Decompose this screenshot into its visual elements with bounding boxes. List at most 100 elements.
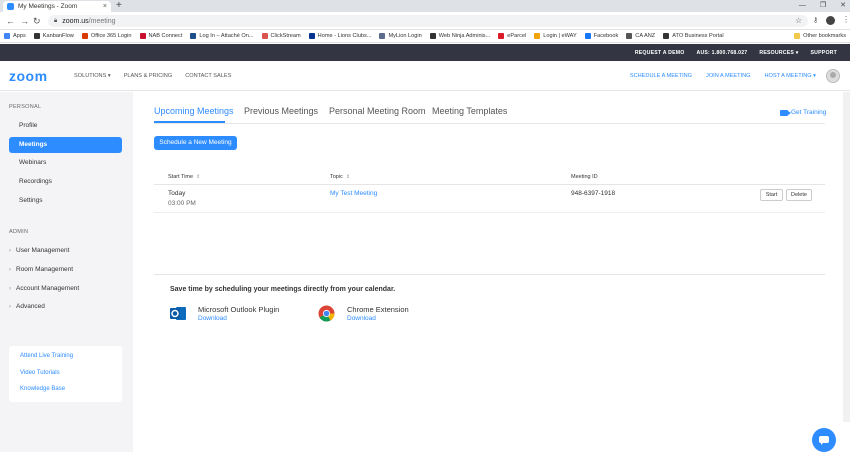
column-topic[interactable]: Topic ⇕ <box>330 174 350 180</box>
outlook-icon[interactable] <box>170 305 187 322</box>
admin-heading: ADMIN <box>9 229 29 235</box>
key-icon[interactable]: ⚷ <box>813 16 818 24</box>
schedule-new-meeting-button[interactable]: Schedule a New Meeting <box>154 136 237 150</box>
tab-previous-meetings[interactable]: Previous Meetings <box>244 106 318 116</box>
forward-icon[interactable]: → <box>20 15 29 27</box>
phone-number: AUS: 1.800.768.027 <box>696 49 748 56</box>
bookmark-item[interactable]: KanbanFlow <box>33 33 74 39</box>
new-tab-icon[interactable]: + <box>116 0 122 12</box>
bookmark-favicon-icon <box>498 33 505 39</box>
tab-upcoming-meetings[interactable]: Upcoming Meetings <box>154 106 234 116</box>
video-tutorials-link[interactable]: Video Tutorials <box>20 370 60 376</box>
meeting-topic-link[interactable]: My Test Meeting <box>330 190 377 197</box>
request-demo-link[interactable]: REQUEST A DEMO <box>635 50 685 56</box>
chevron-right-icon: › <box>9 286 11 292</box>
plans-pricing-link[interactable]: PLANS & PRICING <box>124 73 173 79</box>
bookmark-favicon-icon <box>81 33 88 39</box>
bookmark-item[interactable]: MyLion Login <box>379 33 422 39</box>
other-bookmarks[interactable]: Other bookmarks <box>794 30 846 42</box>
solutions-menu[interactable]: SOLUTIONS ▾ <box>74 73 111 79</box>
tab-close-icon[interactable]: × <box>103 3 107 10</box>
browser-menu-icon[interactable]: ⋮ <box>842 15 850 24</box>
sidebar-item-room-management[interactable]: › Room Management <box>9 266 73 273</box>
folder-icon <box>794 33 801 39</box>
bookmark-favicon-icon <box>190 33 197 39</box>
bookmark-item[interactable]: ClickStream <box>261 33 301 39</box>
sort-icon: ⇕ <box>345 174 351 180</box>
tab-title: My Meetings - Zoom <box>18 3 78 10</box>
bookmark-item[interactable]: ATO Business Portal <box>663 33 724 39</box>
column-start-time[interactable]: Start Time ⇕ <box>168 174 200 180</box>
main-nav: SOLUTIONS ▾ PLANS & PRICING CONTACT SALE… <box>74 73 231 79</box>
window-controls: — ❐ ✕ <box>799 0 846 12</box>
get-training-link[interactable]: Get Training <box>780 109 826 116</box>
sidebar-item-profile[interactable]: Profile <box>9 118 122 134</box>
sidebar-item-advanced[interactable]: › Advanced <box>9 303 45 310</box>
bookmark-item[interactable]: Apps <box>4 33 26 39</box>
support-link[interactable]: SUPPORT <box>811 50 837 56</box>
minimize-icon[interactable]: — <box>799 0 806 12</box>
start-meeting-button[interactable]: Start <box>760 189 783 201</box>
chrome-download-link[interactable]: Download <box>347 315 376 322</box>
bookmark-favicon-icon <box>429 33 436 39</box>
sidebar-item-account-management[interactable]: › Account Management <box>9 285 79 292</box>
chat-bubble-icon[interactable] <box>812 428 836 452</box>
close-window-icon[interactable]: ✕ <box>840 0 846 12</box>
bookmark-item[interactable]: Login | eWAY <box>534 33 577 39</box>
reload-icon[interactable]: ↻ <box>33 15 41 27</box>
delete-meeting-button[interactable]: Delete <box>786 189 812 201</box>
chevron-right-icon: › <box>9 248 11 254</box>
bookmark-favicon-icon <box>33 33 40 39</box>
sidebar-item-meetings[interactable]: Meetings <box>9 137 122 153</box>
attend-live-training-link[interactable]: Attend Live Training <box>20 353 73 359</box>
bookmark-star-icon[interactable]: ☆ <box>795 16 802 25</box>
sidebar-item-user-management[interactable]: › User Management <box>9 247 69 254</box>
chevron-right-icon: › <box>9 304 11 310</box>
url-input[interactable]: 🔒︎ zoom.us/meeting <box>48 15 808 27</box>
bookmark-item[interactable]: Log In – Attaché On... <box>190 33 254 39</box>
bookmark-favicon-icon <box>379 33 386 39</box>
url-domain: zoom.us <box>62 17 89 25</box>
bookmark-item[interactable]: Web Ninja Adminis... <box>429 33 490 39</box>
bookmark-favicon-icon <box>139 33 146 39</box>
user-avatar-icon[interactable] <box>826 69 840 83</box>
contact-sales-link[interactable]: CONTACT SALES <box>185 73 231 79</box>
tab-meeting-templates[interactable]: Meeting Templates <box>432 106 507 116</box>
bookmark-item[interactable]: Office 365 Login <box>81 33 132 39</box>
bookmark-item[interactable]: eParcel <box>498 33 526 39</box>
video-camera-icon <box>780 109 791 116</box>
maximize-icon[interactable]: ❐ <box>820 0 826 12</box>
back-icon[interactable]: ← <box>6 15 15 27</box>
right-nav: SCHEDULE A MEETING JOIN A MEETING HOST A… <box>630 73 816 79</box>
sidebar: PERSONAL Profile Meetings Webinars Recor… <box>0 92 133 452</box>
page-scrollbar[interactable] <box>843 92 850 422</box>
bookmark-item[interactable]: Home - Lions Clubs... <box>308 33 371 39</box>
bookmark-item[interactable]: NAB Connect <box>139 33 182 39</box>
sidebar-item-settings[interactable]: Settings <box>9 193 122 209</box>
main-header: zoom SOLUTIONS ▾ PLANS & PRICING CONTACT… <box>0 61 850 91</box>
host-meeting-menu[interactable]: HOST A MEETING ▾ <box>764 73 816 79</box>
sidebar-item-webinars[interactable]: Webinars <box>9 155 122 171</box>
outlook-download-link[interactable]: Download <box>198 315 227 322</box>
zoom-logo[interactable]: zoom <box>9 68 48 84</box>
bookmark-item[interactable]: CA ANZ <box>626 33 655 39</box>
sidebar-item-recordings[interactable]: Recordings <box>9 174 122 190</box>
calendar-promo-title: Save time by scheduling your meetings di… <box>170 286 396 293</box>
chrome-icon[interactable] <box>318 305 335 322</box>
sort-icon: ⇕ <box>196 174 201 180</box>
tab-personal-meeting-room[interactable]: Personal Meeting Room <box>329 106 426 116</box>
calendar-divider <box>154 274 825 275</box>
knowledge-base-link[interactable]: Knowledge Base <box>20 386 65 392</box>
tab-divider <box>154 123 825 124</box>
schedule-meeting-link[interactable]: SCHEDULE A MEETING <box>630 73 692 79</box>
join-meeting-link[interactable]: JOIN A MEETING <box>706 73 750 79</box>
address-bar: ← → ↻ 🔒︎ zoom.us/meeting ☆ ⚷ ⋮ <box>0 12 850 30</box>
bookmark-favicon-icon <box>626 33 633 39</box>
bookmark-item[interactable]: Facebook <box>584 33 618 39</box>
browser-profile-icon[interactable] <box>826 16 835 25</box>
column-meeting-id: Meeting ID <box>571 174 598 180</box>
browser-tab[interactable]: My Meetings - Zoom × <box>3 1 111 12</box>
resources-menu[interactable]: RESOURCES ▾ <box>759 50 798 56</box>
bookmark-favicon-icon <box>584 33 591 39</box>
browser-tab-bar: My Meetings - Zoom × + — ❐ ✕ <box>0 0 850 12</box>
